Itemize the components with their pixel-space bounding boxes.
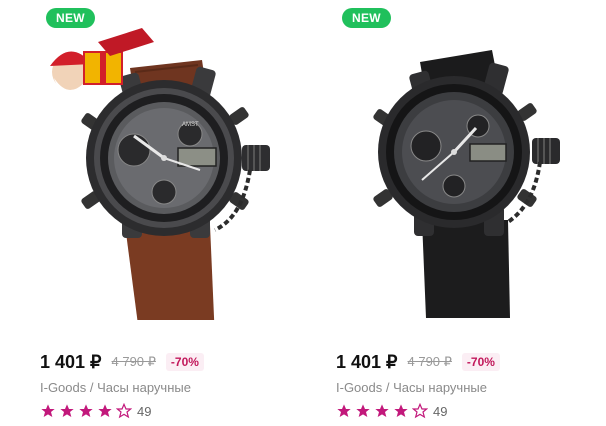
rating[interactable]: 49: [40, 402, 151, 420]
star-empty-icon: [116, 403, 132, 419]
product-card[interactable]: NEW 1 401 ₽ 4 790 ₽ -70% I-Goods / Часы …: [326, 0, 586, 426]
price-row: 1 401 ₽ 4 790 ₽ -70%: [40, 351, 204, 373]
new-badge: NEW: [46, 8, 95, 28]
star-filled-icon: [60, 404, 74, 417]
price-row: 1 401 ₽ 4 790 ₽ -70%: [336, 351, 500, 373]
product-image[interactable]: AMST: [30, 20, 290, 320]
star-filled-icon: [356, 404, 370, 417]
star-filled-icon: [41, 404, 55, 417]
rating[interactable]: 49: [336, 402, 447, 420]
old-price: 4 790 ₽: [407, 354, 452, 369]
product-card[interactable]: AMST NEW 1 401 ₽ 4 790 ₽ -70% I-Goods / …: [30, 0, 290, 426]
brand-category-link[interactable]: I-Goods / Часы наручные: [336, 380, 487, 395]
star-filled-icon: [98, 404, 112, 417]
discount-badge: -70%: [461, 353, 500, 371]
star-empty-icon: [412, 403, 428, 419]
star-filled-icon: [394, 404, 408, 417]
current-price: 1 401 ₽: [40, 351, 102, 372]
brand-category-link[interactable]: I-Goods / Часы наручные: [40, 380, 191, 395]
product-image[interactable]: [326, 20, 586, 320]
review-count: 49: [433, 403, 448, 419]
svg-text:AMST: AMST: [182, 122, 199, 128]
discount-badge: -70%: [165, 353, 204, 371]
star-filled-icon: [375, 404, 389, 417]
star-filled-icon: [79, 404, 93, 417]
old-price: 4 790 ₽: [111, 354, 156, 369]
star-filled-icon: [337, 404, 351, 417]
new-badge: NEW: [342, 8, 391, 28]
review-count: 49: [137, 403, 152, 419]
current-price: 1 401 ₽: [336, 351, 398, 372]
